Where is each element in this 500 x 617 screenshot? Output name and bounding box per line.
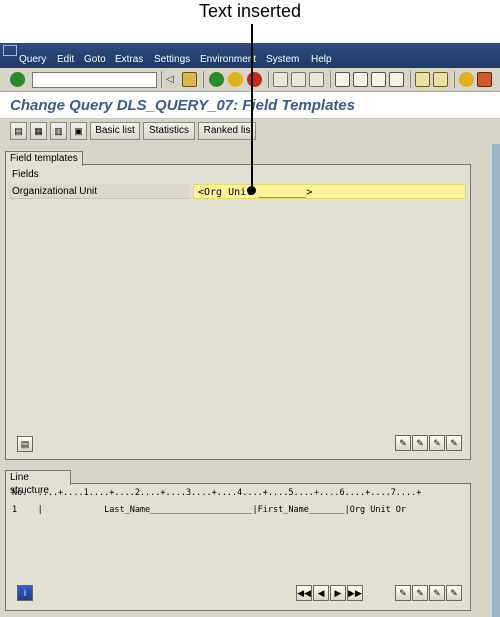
menu-settings[interactable]: Settings (154, 54, 190, 65)
basic-list-button[interactable]: Basic list (90, 122, 140, 140)
menu-environment[interactable]: Environment (200, 54, 256, 65)
menu-system[interactable]: System (266, 54, 299, 65)
menu-goto[interactable]: Goto (84, 54, 106, 65)
prev-page-icon[interactable] (353, 72, 368, 87)
menu-extras[interactable]: Extras (115, 54, 143, 65)
fields-label: Fields (12, 169, 39, 180)
separator (410, 71, 411, 88)
info-icon[interactable]: i (17, 585, 33, 601)
line-copy-icon[interactable]: ✎ (412, 585, 428, 601)
title-bar: Change Query DLS_QUERY_07: Field Templat… (0, 92, 500, 119)
window-edge (492, 144, 500, 617)
scroll-last-icon[interactable]: ▶▶ (347, 585, 363, 601)
menu-help[interactable]: Help (311, 54, 332, 65)
next-page-icon[interactable] (371, 72, 386, 87)
shortcut-icon[interactable] (433, 72, 448, 87)
page-title: Change Query DLS_QUERY_07: Field Templat… (10, 97, 356, 114)
line-delete-icon[interactable]: ✎ (429, 585, 445, 601)
separator (268, 71, 269, 88)
new-session-icon[interactable] (415, 72, 430, 87)
first-page-icon[interactable] (335, 72, 350, 87)
statistics-button[interactable]: Statistics (143, 122, 195, 140)
ranked-list-button[interactable]: Ranked lis (198, 122, 256, 140)
help-icon[interactable] (459, 72, 474, 87)
find-next-icon[interactable] (309, 72, 324, 87)
menu-bar: Query Edit Goto Extras Settings Environm… (0, 43, 500, 68)
delete-icon[interactable]: ✎ (429, 435, 445, 451)
scroll-prev-icon[interactable]: ◀ (313, 585, 329, 601)
line-structure-ruler: No. ....+....1....+....2....+....3....+.… (12, 488, 422, 498)
separator (330, 71, 331, 88)
callout-text: Text inserted (198, 1, 302, 21)
insert-icon[interactable]: ✎ (395, 435, 411, 451)
menu-edit[interactable]: Edit (57, 54, 74, 65)
save-layout-icon-button[interactable]: ▦ (30, 122, 47, 140)
print-icon[interactable] (273, 72, 288, 87)
check-icon[interactable] (10, 72, 25, 87)
copy-icon[interactable]: ✎ (412, 435, 428, 451)
field-list-icon[interactable]: ▤ (17, 436, 33, 452)
back-icon[interactable] (209, 72, 224, 87)
application-toolbar: ▤ ▦ ▥ ▣ Basic list Statistics Ranked lis (0, 119, 500, 144)
refresh-icon[interactable]: ✎ (446, 435, 462, 451)
line-refresh-icon[interactable]: ✎ (446, 585, 462, 601)
scroll-next-icon[interactable]: ▶ (330, 585, 346, 601)
prev-icon[interactable]: ◁ (166, 72, 181, 87)
line-structure-tab[interactable]: Line structure (5, 470, 71, 496)
window-menu-icon[interactable] (3, 45, 17, 56)
separator (161, 71, 162, 88)
callout-dot (247, 186, 256, 195)
scroll-first-icon[interactable]: ◀◀ (296, 585, 312, 601)
exit-icon[interactable] (228, 72, 243, 87)
field-templates-tab[interactable]: Field templates (5, 151, 83, 166)
field-template-input[interactable]: <Org Unit ________> (193, 184, 466, 199)
layout-icon[interactable] (477, 72, 492, 87)
field-row-label: Organizational Unit (9, 184, 189, 199)
layout-icon-button[interactable]: ▤ (10, 122, 27, 140)
find-icon[interactable] (291, 72, 306, 87)
menu-query[interactable]: Query (19, 54, 46, 65)
separator (203, 71, 204, 88)
line-structure-row: 1 | Last_Name____________________|First_… (12, 505, 407, 515)
separator (454, 71, 455, 88)
cancel-icon[interactable] (247, 72, 262, 87)
callout-line (251, 24, 253, 190)
last-page-icon[interactable] (389, 72, 404, 87)
field-templates-panel (5, 164, 471, 460)
line-insert-icon[interactable]: ✎ (395, 585, 411, 601)
command-field[interactable] (32, 72, 157, 88)
save-icon[interactable] (182, 72, 197, 87)
field-list-icon-button[interactable]: ▥ (50, 122, 67, 140)
test-icon-button[interactable]: ▣ (70, 122, 87, 140)
